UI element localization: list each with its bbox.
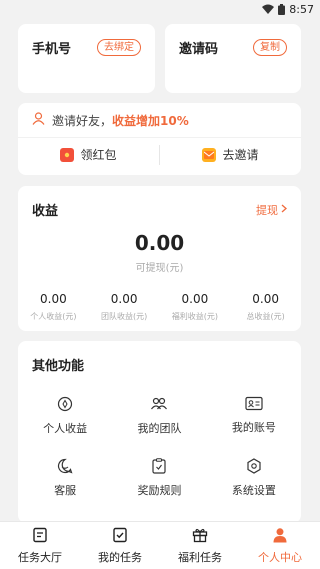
withdrawable-amount: 0.00 xyxy=(134,231,185,255)
chevron-right-icon xyxy=(281,203,287,216)
earnings-title: 收益 xyxy=(32,204,59,219)
nav-label: 我的任务 xyxy=(98,550,142,564)
bottom-nav: 任务大厅 我的任务 福利任务 个人中心 xyxy=(0,521,320,569)
stat-label: 福利收益(元) xyxy=(171,312,218,321)
nav-personal-center[interactable]: 个人中心 xyxy=(240,522,320,569)
withdraw-link[interactable]: 提现 xyxy=(256,202,287,218)
invite-banner-text[interactable]: 邀请好友， 收益增加10% xyxy=(18,103,301,137)
copy-invite-code-button[interactable]: 复制 xyxy=(253,39,287,56)
personal-earnings-button[interactable]: 个人收益 xyxy=(18,396,112,436)
customer-service-button[interactable]: 客服 xyxy=(18,458,112,498)
functions-title: 其他功能 xyxy=(32,359,85,374)
stat-value: 0.00 xyxy=(252,292,279,306)
nav-task-hall[interactable]: 任务大厅 xyxy=(0,522,80,569)
invite-code-card: 邀请码 复制 xyxy=(165,24,301,93)
gift-icon xyxy=(192,527,208,546)
stat-personal: 0.00 个人收益(元) xyxy=(18,292,89,322)
battery-icon xyxy=(278,3,286,15)
nav-welfare-tasks[interactable]: 福利任务 xyxy=(160,522,240,569)
task-hall-icon xyxy=(32,527,48,546)
invite-text: 邀请好友， xyxy=(52,113,113,128)
system-settings-button[interactable]: 系统设置 xyxy=(207,458,301,498)
stat-label: 个人收益(元) xyxy=(30,312,77,321)
settings-icon xyxy=(246,458,262,474)
withdraw-label: 提现 xyxy=(256,203,278,217)
team-icon xyxy=(150,396,168,412)
id-card-icon xyxy=(245,396,263,411)
coin-icon xyxy=(57,396,73,412)
function-label: 客服 xyxy=(54,484,77,497)
phone-card: 手机号 去绑定 xyxy=(18,24,155,93)
go-invite-label: 去邀请 xyxy=(222,148,259,162)
function-label: 我的团队 xyxy=(137,422,182,435)
stat-total: 0.00 总收益(元) xyxy=(230,292,301,322)
nav-label: 个人中心 xyxy=(258,550,302,564)
red-packet-icon xyxy=(60,147,75,162)
earnings-card: 收益 提现 0.00 可提现(元) 0.00 个人收益(元) 0.00 团队收益… xyxy=(18,186,301,331)
withdrawable-label: 可提现(元) xyxy=(135,263,184,274)
stat-welfare: 0.00 福利收益(元) xyxy=(160,292,231,322)
bind-phone-button[interactable]: 去绑定 xyxy=(97,39,141,56)
stat-team: 0.00 团队收益(元) xyxy=(89,292,160,322)
status-time: 8:57 xyxy=(289,2,314,16)
rules-icon xyxy=(152,458,167,474)
stat-value: 0.00 xyxy=(40,292,67,306)
go-invite-button[interactable]: 去邀请 xyxy=(160,146,301,163)
stat-value: 0.00 xyxy=(181,292,209,306)
function-label: 我的账号 xyxy=(231,421,276,434)
reward-rules-button[interactable]: 奖励规则 xyxy=(112,458,206,498)
stat-label: 团队收益(元) xyxy=(101,312,148,321)
function-label: 系统设置 xyxy=(231,484,276,497)
nav-label: 福利任务 xyxy=(178,550,222,564)
nav-label: 任务大厅 xyxy=(18,550,62,564)
chat-icon xyxy=(57,458,73,474)
stat-label: 总收益(元) xyxy=(246,312,285,321)
stat-value: 0.00 xyxy=(110,292,138,306)
my-task-icon xyxy=(112,527,128,546)
nav-my-tasks[interactable]: 我的任务 xyxy=(80,522,160,569)
function-label: 个人收益 xyxy=(43,422,88,435)
invite-code-title: 邀请码 xyxy=(179,42,219,57)
person-icon xyxy=(272,527,288,546)
my-team-button[interactable]: 我的团队 xyxy=(112,396,206,436)
phone-title: 手机号 xyxy=(32,42,72,57)
wifi-icon xyxy=(262,4,275,14)
invite-highlight: 收益增加10% xyxy=(112,113,189,128)
my-account-button[interactable]: 我的账号 xyxy=(207,396,301,436)
envelope-icon xyxy=(202,147,217,162)
function-label: 奖励规则 xyxy=(137,484,182,497)
red-packet-button[interactable]: 领红包 xyxy=(18,146,159,163)
user-icon xyxy=(32,112,52,128)
red-packet-label: 领红包 xyxy=(80,148,117,162)
status-bar: 8:57 xyxy=(0,0,320,18)
invite-banner: 邀请好友， 收益增加10% 领红包 去邀请 xyxy=(18,103,301,175)
other-functions-card: 其他功能 个人收益 我的团队 我的账号 客服 奖励规则 系统设置 xyxy=(18,341,301,523)
